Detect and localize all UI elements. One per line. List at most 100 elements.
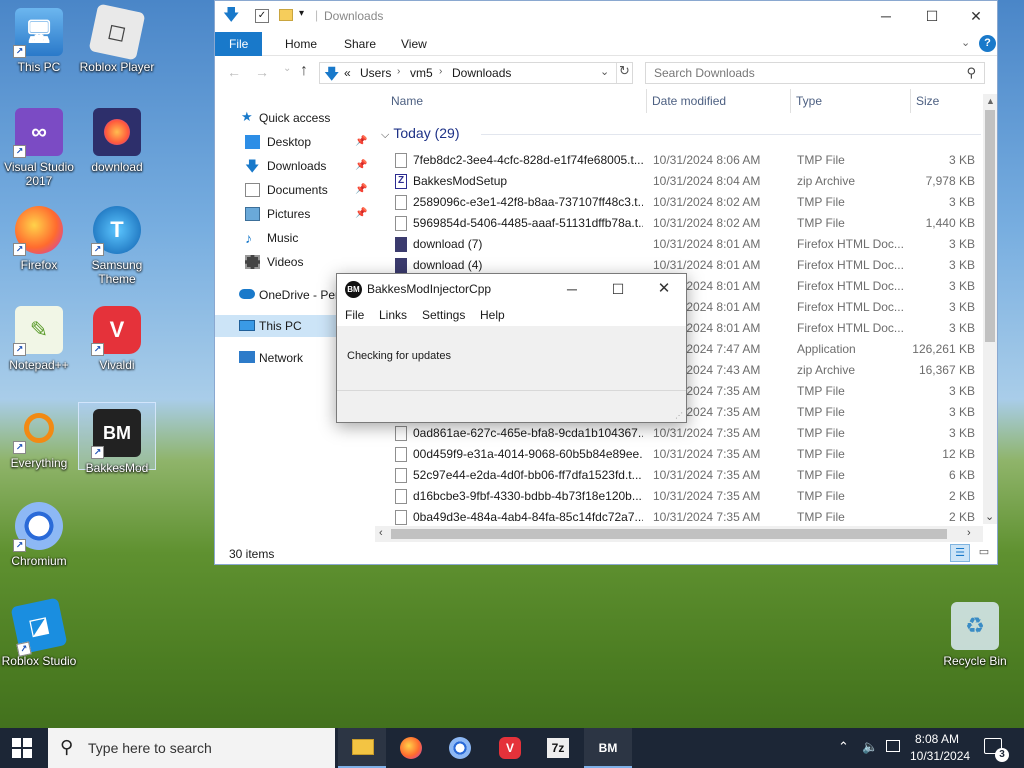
desktop-icon-samsung-theme[interactable]: T ↗ Samsung Theme [78,200,156,292]
file-row[interactable]: 52c97e44-e2da-4d0f-bb06-ff7dfa1523fd.t..… [391,465,983,486]
desktop-icon-visual-studio[interactable]: ∞ ↗ Visual Studio 2017 [0,102,78,194]
clock-time[interactable]: 8:08 AM [910,732,964,746]
file-row[interactable]: 00d459f9-e31a-4014-9068-60b5b84e89ee....… [391,444,983,465]
injector-maximize-button[interactable]: ☐ [595,274,641,304]
file-row[interactable]: 7feb8dc2-3ee4-4cfc-828d-e1f74fe68005.t..… [391,150,983,171]
up-arrow-icon[interactable]: ↑ [300,62,308,80]
documents-folder-icon [245,183,260,197]
breadcrumb-overflow[interactable]: « [344,66,351,80]
injector-close-button[interactable]: ✕ [641,274,687,304]
file-row[interactable]: 0ad861ae-627c-465e-bfa8-9cda1b104367....… [391,423,983,444]
breadcrumb-vm5[interactable]: vm5 [410,66,433,80]
help-icon[interactable]: ? [979,35,996,52]
resize-grip-icon[interactable]: ⋰ [675,411,683,420]
desktop-icon-this-pc[interactable]: 🖥 ↗ This PC [0,2,78,94]
file-type: zip Archive [797,174,856,188]
nav-videos[interactable]: Videos [215,251,370,273]
search-input[interactable]: Search Downloads ⚲ [645,62,985,84]
taskbar-7zip[interactable]: 7z [534,728,582,768]
desktop-icon-firefox[interactable]: ↗ Firefox [0,200,78,292]
vertical-scroll-thumb[interactable] [985,110,995,342]
minimize-button[interactable]: ─ [863,1,909,32]
file-row[interactable]: d16bcbe3-9fbf-4330-bdbb-4b73f18e120b....… [391,486,983,507]
file-row[interactable]: 2589096c-e3e1-42f8-b8aa-737107ff48c3.t..… [391,192,983,213]
column-header-size[interactable]: Size [916,94,939,114]
scroll-right-icon[interactable]: › [967,527,971,539]
group-header-today[interactable]: ⌵ Today (29) [381,125,981,142]
file-row[interactable]: download (7) 10/31/2024 8:01 AM Firefox HT… [391,234,983,255]
desktop-icon-notepadpp[interactable]: ✎ ↗ Notepad++ [0,300,78,392]
desktop-icon-chromium[interactable]: ↗ Chromium [0,496,78,588]
forward-arrow-icon[interactable]: → [255,64,269,80]
refresh-icon[interactable]: ↻ [616,63,632,83]
maximize-button[interactable]: ☐ [909,1,955,32]
tab-home[interactable]: Home [271,32,331,56]
explorer-titlebar[interactable]: 🡇 ✓ ▾ | Downloads ─ ☐ ✕ [215,1,997,32]
desktop-icon-download[interactable]: download [78,102,156,194]
recent-locations-icon[interactable]: ⌄ [283,63,291,74]
ribbon-tabs: File Home Share View ⌄ ? [215,32,997,56]
new-folder-icon[interactable] [279,9,293,21]
menu-file[interactable]: File [345,308,364,322]
taskbar-search-box[interactable]: ⚲ Type here to search [48,728,335,768]
desktop-icon-everything[interactable]: ↗ Everything [0,398,78,490]
desktop-icon-bakkesmod[interactable]: BM ↗ BakkesMod [78,402,156,475]
injector-minimize-button[interactable]: ─ [549,274,595,304]
taskbar-chromium[interactable] [436,728,484,768]
horizontal-scroll-thumb[interactable] [391,529,947,539]
expand-ribbon-icon[interactable]: ⌄ [961,36,970,49]
taskbar-vivaldi[interactable]: V [486,728,534,768]
show-hidden-icons-icon[interactable]: ⌃ [838,739,849,755]
scroll-up-icon[interactable]: ▲ [986,96,995,106]
tab-file[interactable]: File [215,32,263,56]
tab-view[interactable]: View [387,32,441,56]
start-button[interactable] [12,738,32,758]
clock-date[interactable]: 10/31/2024 [910,749,970,763]
speaker-muted-icon[interactable]: 🔈 [862,739,878,755]
large-icons-view-icon[interactable]: ▭ [975,544,993,562]
desktop-icon-recycle-bin[interactable]: ♻ Recycle Bin [936,596,1014,688]
file-row[interactable]: 0ba49d3e-484a-4ab4-84fa-85c14fdc72a7....… [391,507,983,528]
vertical-scrollbar[interactable]: ▲ ⌄ [983,94,997,524]
nav-quick-access[interactable]: ★ Quick access [215,107,370,129]
desktop-icon-roblox-player[interactable]: ◻ Roblox Player [78,2,156,94]
scroll-left-icon[interactable]: ‹ [379,527,383,539]
nav-music[interactable]: ♪ Music [215,227,370,249]
network-icon[interactable] [886,740,900,752]
file-name: download (7) [413,237,483,251]
breadcrumb-users[interactable]: Users [360,66,391,80]
nav-desktop[interactable]: Desktop 📌 [215,131,370,153]
injector-titlebar[interactable]: BM BakkesModInjectorCpp ─ ☐ ✕ [337,274,686,304]
column-header-name[interactable]: Name [391,94,423,114]
nav-pictures[interactable]: Pictures 📌 [215,203,370,225]
column-header-type[interactable]: Type [796,94,822,114]
details-view-icon[interactable]: ☰ [950,544,970,562]
breadcrumb-downloads[interactable]: Downloads [452,66,511,80]
file-row[interactable]: 5969854d-5406-4485-aaaf-51131dffb78a.t..… [391,213,983,234]
address-dropdown-icon[interactable]: ⌄ [600,65,609,78]
scroll-down-icon[interactable]: ⌄ [985,510,994,523]
file-row[interactable]: Z BakkesModSetup 10/31/2024 8:04 AM zip Arc… [391,171,983,192]
taskbar-file-explorer[interactable] [338,728,386,768]
quick-access-toolbar-dropdown-icon[interactable]: ▾ [299,8,304,19]
tab-share[interactable]: Share [330,32,390,56]
file-date-modified: 10/31/2024 7:35 AM [653,426,761,440]
close-button[interactable]: ✕ [953,1,999,32]
nav-downloads[interactable]: 🡇 Downloads 📌 [215,155,370,177]
horizontal-scrollbar[interactable]: ‹ › [375,526,983,542]
menu-settings[interactable]: Settings [422,308,465,322]
taskbar-firefox[interactable] [386,728,434,768]
7zip-icon: 7z [547,738,569,758]
menu-help[interactable]: Help [480,308,505,322]
file-type: Firefox HTML Doc... [797,258,904,272]
desktop-icon-vivaldi[interactable]: V ↗ Vivaldi [78,300,156,392]
bakkesmod-injector-window[interactable]: BM BakkesModInjectorCpp ─ ☐ ✕ File Links… [336,273,687,423]
nav-documents[interactable]: Documents 📌 [215,179,370,201]
back-arrow-icon[interactable]: ← [227,64,241,80]
menu-links[interactable]: Links [379,308,407,322]
desktop-icon-roblox-studio[interactable]: ◪ ↗ Roblox Studio [0,596,78,688]
address-bar[interactable]: 🡇 « Users › vm5 › Downloads ⌄ ↻ [319,62,633,84]
column-header-date[interactable]: Date modified [652,94,726,114]
taskbar-bakkesmod[interactable]: BM [584,728,632,768]
properties-icon[interactable]: ✓ [255,9,269,23]
